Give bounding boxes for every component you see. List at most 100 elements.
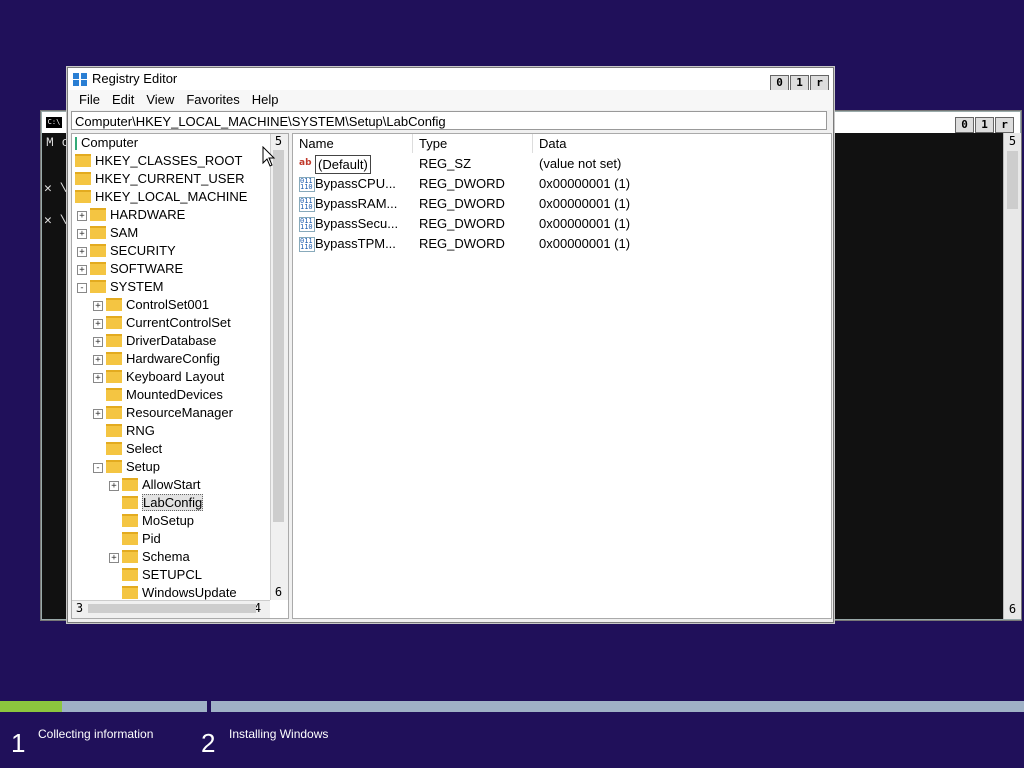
value-data: (value not set) — [539, 156, 622, 171]
value-data: 0x00000001 (1) — [539, 216, 631, 231]
scroll-left-arrow-icon[interactable]: 3 — [72, 601, 87, 616]
expand-icon[interactable]: + — [77, 228, 87, 239]
computer-icon — [75, 137, 77, 151]
tree-node-label: SETUPCL — [142, 567, 202, 582]
tree-node[interactable]: + DriverDatabase — [93, 332, 216, 350]
tree-horizontal-scroll-thumb[interactable] — [88, 604, 256, 613]
menu-file[interactable]: File — [73, 90, 106, 110]
tree-node-label: Pid — [142, 531, 161, 546]
tree-vertical-scroll-thumb[interactable] — [273, 150, 284, 522]
value-type: REG_DWORD — [419, 236, 505, 251]
key-tree[interactable]: Computer HKEY_CLASSES_ROOT HKEY_CURRENT_US… — [71, 133, 289, 619]
console-line: ✕ \ — [44, 213, 68, 228]
folder-icon — [106, 388, 122, 402]
value-row[interactable]: 011 110 BypassRAM... REG_DWORD 0x00000001 (… — [293, 194, 831, 214]
tree-node[interactable]: + AllowStart — [109, 476, 201, 494]
expand-icon[interactable]: + — [77, 264, 87, 275]
tree-node-label: AllowStart — [142, 477, 201, 492]
scroll-up-arrow-icon[interactable]: 5 — [1005, 134, 1020, 149]
tree-node[interactable]: + ResourceManager — [93, 404, 233, 422]
collapse-icon[interactable]: - — [77, 282, 87, 293]
tree-node-label: CurrentControlSet — [126, 315, 231, 330]
address-bar[interactable]: Computer\HKEY_LOCAL_MACHINE\SYSTEM\Setup… — [71, 111, 827, 130]
tree-node[interactable]: + SAM — [77, 224, 138, 242]
folder-icon — [106, 316, 122, 330]
menu-edit[interactable]: Edit — [106, 90, 140, 110]
tree-node-label: Computer — [81, 135, 139, 150]
tree-node[interactable]: + Schema — [109, 548, 190, 566]
expand-icon[interactable]: + — [93, 336, 103, 347]
tree-node[interactable]: + HardwareConfig — [93, 350, 220, 368]
minimize-button[interactable]: 0 — [770, 75, 789, 91]
column-header-data[interactable]: Data — [533, 134, 831, 153]
step-label: Collecting information — [38, 727, 154, 741]
value-row[interactable]: 011 110 BypassCPU... REG_DWORD 0x00000001 (… — [293, 174, 831, 194]
expand-icon[interactable]: + — [93, 318, 103, 329]
value-name: BypassRAM... — [315, 196, 398, 211]
console-scrollbar[interactable]: 5 6 — [1003, 133, 1021, 619]
maximize-button[interactable]: 1 — [790, 75, 809, 91]
tree-node-label: ResourceManager — [126, 405, 233, 420]
tree-node-label: HARDWARE — [110, 207, 186, 222]
tree-node[interactable]: MountedDevices — [93, 386, 223, 404]
collapse-icon[interactable]: - — [93, 462, 103, 473]
tree-node[interactable]: Select — [93, 440, 162, 458]
expand-icon[interactable]: + — [77, 210, 87, 221]
tree-node-label: HKEY_CURRENT_USER — [95, 171, 245, 186]
value-name: BypassSecu... — [315, 216, 399, 231]
close-button[interactable]: r — [810, 75, 829, 91]
tree-node[interactable]: + SECURITY — [77, 242, 176, 260]
tree-node[interactable]: - Setup — [93, 458, 160, 476]
tree-node[interactable]: RNG — [93, 422, 155, 440]
menu-favorites[interactable]: Favorites — [180, 90, 245, 110]
expand-icon[interactable]: + — [77, 246, 87, 257]
folder-icon — [106, 406, 122, 420]
value-type: REG_SZ — [419, 156, 472, 171]
menu-help[interactable]: Help — [246, 90, 285, 110]
close-button[interactable]: r — [995, 117, 1014, 133]
maximize-button[interactable]: 1 — [975, 117, 994, 133]
column-header-type[interactable]: Type — [413, 134, 533, 153]
tree-node[interactable]: Computer — [75, 134, 138, 152]
value-row[interactable]: ab (Default) REG_SZ (value not set) — [293, 154, 831, 174]
folder-icon — [106, 334, 122, 348]
registry-titlebar[interactable]: Registry Editor 01r — [68, 68, 833, 91]
tree-node[interactable]: Pid — [109, 530, 161, 548]
tree-node[interactable]: + ControlSet001 — [93, 296, 209, 314]
tree-node[interactable]: SETUPCL — [109, 566, 202, 584]
expand-icon[interactable]: + — [93, 372, 103, 383]
folder-icon — [122, 478, 138, 492]
scrollbar-thumb[interactable] — [1007, 151, 1018, 209]
tree-node[interactable]: - SYSTEM — [77, 278, 163, 296]
tree-node[interactable]: HKEY_LOCAL_MACHINE — [75, 188, 247, 206]
scroll-down-arrow-icon[interactable]: 6 — [1005, 602, 1020, 617]
value-row[interactable]: 011 110 BypassSecu... REG_DWORD 0x00000001 … — [293, 214, 831, 234]
folder-icon — [75, 190, 91, 204]
tree-node[interactable]: + CurrentControlSet — [93, 314, 231, 332]
tree-node[interactable]: + SOFTWARE — [77, 260, 183, 278]
expand-icon[interactable]: + — [109, 480, 119, 491]
menu-view[interactable]: View — [140, 90, 180, 110]
values-list[interactable]: Name Type Data ab (Default) REG_SZ (value n… — [292, 133, 832, 619]
minimize-button[interactable]: 0 — [955, 117, 974, 133]
expand-icon[interactable]: + — [93, 354, 103, 365]
mouse-cursor-icon — [262, 146, 276, 167]
scroll-down-arrow-icon[interactable]: 6 — [271, 585, 286, 600]
folder-icon — [106, 460, 122, 474]
value-name: (Default) — [315, 155, 371, 174]
expand-icon[interactable]: + — [109, 552, 119, 563]
tree-node-label: SOFTWARE — [110, 261, 184, 276]
tree-node[interactable]: HKEY_CLASSES_ROOT — [75, 152, 242, 170]
tree-node[interactable]: HKEY_CURRENT_USER — [75, 170, 245, 188]
tree-node[interactable]: MoSetup — [109, 512, 194, 530]
tree-node[interactable]: LabConfig — [109, 494, 204, 512]
tree-node-label: HKEY_LOCAL_MACHINE — [95, 189, 248, 204]
registry-editor-window[interactable]: Registry Editor 01r File Edit View Favorite… — [67, 67, 834, 623]
expand-icon[interactable]: + — [93, 300, 103, 311]
tree-node[interactable]: + Keyboard Layout — [93, 368, 224, 386]
tree-node[interactable]: + HARDWARE — [77, 206, 185, 224]
expand-icon[interactable]: + — [93, 408, 103, 419]
column-header-name[interactable]: Name — [293, 134, 413, 153]
folder-icon — [90, 280, 106, 294]
value-row[interactable]: 011 110 BypassTPM... REG_DWORD 0x00000001 (… — [293, 234, 831, 254]
